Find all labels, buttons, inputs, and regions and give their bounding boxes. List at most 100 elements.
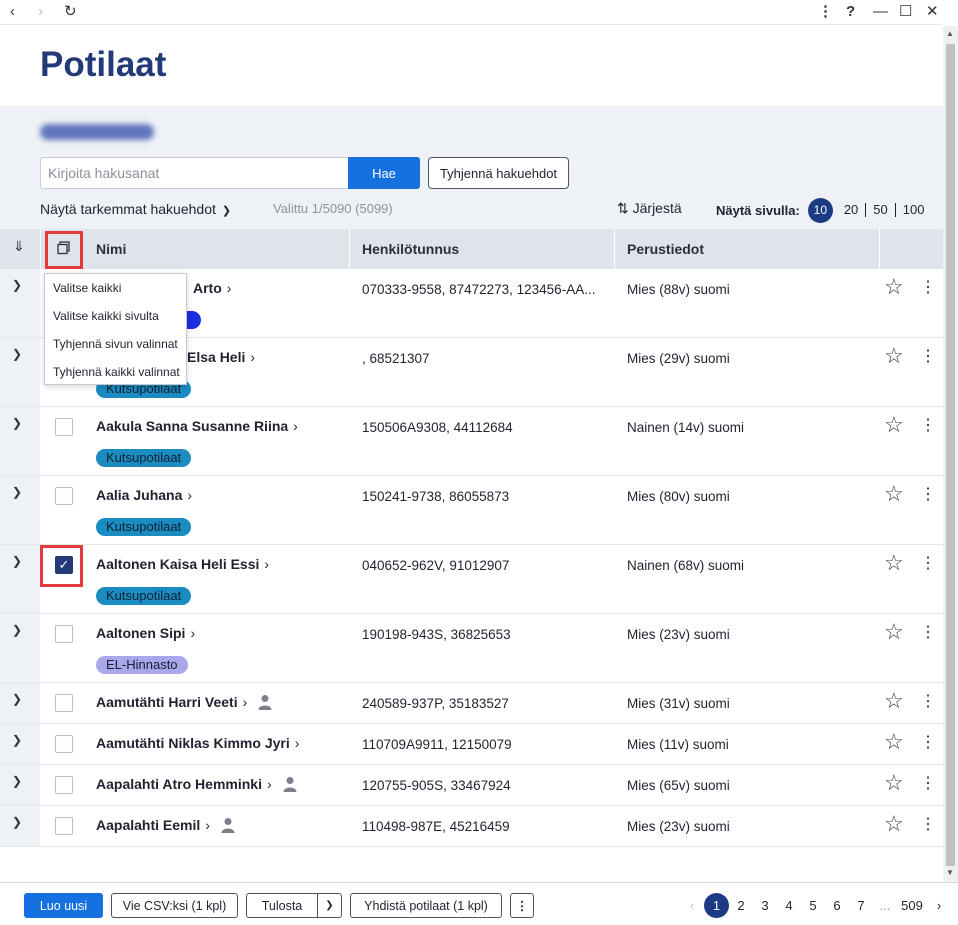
row-checkbox[interactable] bbox=[55, 817, 73, 835]
table-row[interactable]: ❯ Aalia Juhana › Kutsupotilaat 150241-9738, … bbox=[0, 476, 943, 545]
column-header-info[interactable]: Perustiedot bbox=[615, 229, 704, 269]
search-button[interactable]: Hae bbox=[348, 157, 420, 189]
page-button-5[interactable]: 5 bbox=[801, 898, 825, 913]
scroll-down-icon[interactable]: ▼ bbox=[946, 868, 954, 877]
print-options-button[interactable]: ❯ bbox=[317, 893, 342, 918]
table-row[interactable]: ❯ Aamutähti Niklas Kimmo Jyri › 110709A9911… bbox=[0, 724, 943, 765]
kebab-icon[interactable]: ⋮ bbox=[920, 775, 936, 793]
maximize-icon[interactable]: ☐ bbox=[899, 2, 912, 22]
patient-name-link[interactable]: Aaltonen Kaisa Heli Essi › bbox=[96, 556, 269, 572]
page-button-7[interactable]: 7 bbox=[849, 898, 873, 913]
patient-name-link[interactable]: Aalia Juhana › bbox=[96, 487, 192, 503]
star-icon[interactable]: ☆ bbox=[884, 689, 904, 713]
row-checkbox[interactable] bbox=[55, 735, 73, 753]
row-checkbox[interactable] bbox=[55, 418, 73, 436]
expand-row-icon[interactable]: ❯ bbox=[12, 278, 22, 292]
patient-name-link[interactable]: Aapalahti Eemil › bbox=[96, 817, 236, 836]
chevron-left-icon[interactable]: ‹ bbox=[10, 2, 15, 22]
export-csv-button[interactable]: Vie CSV:ksi (1 kpl) bbox=[111, 893, 238, 918]
kebab-icon[interactable]: ⋮ bbox=[920, 624, 936, 642]
help-icon[interactable]: ? bbox=[846, 2, 855, 22]
clear-search-button[interactable]: Tyhjennä hakuehdot bbox=[428, 157, 569, 189]
kebab-icon[interactable]: ⋮ bbox=[818, 2, 833, 22]
star-icon[interactable]: ☆ bbox=[884, 730, 904, 754]
table-row[interactable]: ❯ ✓ Aaltonen Kaisa Heli Essi › Kutsupotilaat… bbox=[0, 545, 943, 614]
patient-name-link[interactable]: Aapalahti Atro Hemminki › bbox=[96, 776, 298, 795]
patient-name-link[interactable]: Arto › bbox=[193, 280, 231, 296]
vertical-scrollbar[interactable]: ▲ ▼ bbox=[943, 26, 958, 882]
more-actions-button[interactable]: ⋮ bbox=[510, 893, 534, 918]
star-icon[interactable]: ☆ bbox=[884, 812, 904, 836]
star-icon[interactable]: ☆ bbox=[884, 551, 904, 575]
row-checkbox[interactable] bbox=[55, 487, 73, 505]
table-row[interactable]: ❯ Aamutähti Harri Veeti › 240589-937P, 3518… bbox=[0, 683, 943, 724]
patient-name-link[interactable]: Aakula Sanna Susanne Riina › bbox=[96, 418, 298, 434]
kebab-icon[interactable]: ⋮ bbox=[920, 417, 936, 435]
kebab-icon[interactable]: ⋮ bbox=[920, 734, 936, 752]
chevron-right-icon[interactable]: › bbox=[38, 2, 43, 22]
table-row[interactable]: ❯ Aaltonen Sipi › EL-Hinnasto 190198-943S, 3… bbox=[0, 614, 943, 683]
print-button[interactable]: Tulosta bbox=[246, 893, 318, 918]
expand-row-icon[interactable]: ❯ bbox=[12, 623, 22, 637]
kebab-icon[interactable]: ⋮ bbox=[920, 486, 936, 504]
expand-row-icon[interactable]: ❯ bbox=[12, 733, 22, 747]
table-row[interactable]: ❯ Aakula Sanna Susanne Riina › Kutsupotilaa… bbox=[0, 407, 943, 476]
page-size-option-100[interactable]: 100 bbox=[894, 203, 932, 217]
table-row[interactable]: ❯ Aapalahti Eemil › 110498-987E, 45216459 Mi… bbox=[0, 806, 943, 847]
page-button-last[interactable]: 509 bbox=[897, 898, 927, 913]
patient-name-link[interactable]: Aamutähti Niklas Kimmo Jyri › bbox=[96, 735, 299, 751]
create-new-button[interactable]: Luo uusi bbox=[24, 893, 103, 918]
page-button-2[interactable]: 2 bbox=[729, 898, 753, 913]
expand-row-icon[interactable]: ❯ bbox=[12, 774, 22, 788]
expand-row-icon[interactable]: ❯ bbox=[12, 485, 22, 499]
expand-row-icon[interactable]: ❯ bbox=[12, 347, 22, 361]
expand-row-icon[interactable]: ❯ bbox=[12, 416, 22, 430]
star-icon[interactable]: ☆ bbox=[884, 413, 904, 437]
star-icon[interactable]: ☆ bbox=[884, 344, 904, 368]
star-icon[interactable]: ☆ bbox=[884, 275, 904, 299]
pagination-prev-icon[interactable]: ‹ bbox=[680, 898, 704, 913]
menu-item-select-page[interactable]: Valitse kaikki sivulta bbox=[45, 302, 186, 330]
patient-name-link[interactable]: Aaltonen Sipi › bbox=[96, 625, 195, 641]
sort-button[interactable]: ⇅ Järjestä bbox=[617, 200, 682, 217]
expand-row-icon[interactable]: ❯ bbox=[12, 815, 22, 829]
page-size-option-10[interactable]: 10 bbox=[807, 197, 833, 223]
expand-all-icon[interactable]: ⇓ bbox=[13, 238, 25, 255]
page-size-option-50[interactable]: 50 bbox=[865, 203, 894, 217]
scrollbar-thumb[interactable] bbox=[946, 44, 955, 866]
row-checkbox[interactable] bbox=[55, 776, 73, 794]
menu-item-clear-page[interactable]: Tyhjennä sivun valinnat bbox=[45, 330, 186, 358]
pagination-next-icon[interactable]: › bbox=[927, 898, 951, 913]
star-icon[interactable]: ☆ bbox=[884, 620, 904, 644]
minimize-icon[interactable]: — bbox=[873, 2, 888, 22]
menu-item-select-all[interactable]: Valitse kaikki bbox=[45, 274, 186, 302]
kebab-icon[interactable]: ⋮ bbox=[920, 555, 936, 573]
row-checkbox[interactable] bbox=[55, 625, 73, 643]
kebab-icon[interactable]: ⋮ bbox=[920, 348, 936, 366]
expand-row-icon[interactable]: ❯ bbox=[12, 554, 22, 568]
search-input[interactable] bbox=[40, 157, 349, 189]
star-icon[interactable]: ☆ bbox=[884, 771, 904, 795]
page-button-4[interactable]: 4 bbox=[777, 898, 801, 913]
advanced-search-toggle[interactable]: Näytä tarkemmat hakuehdot ❯ bbox=[40, 201, 231, 217]
page-button-6[interactable]: 6 bbox=[825, 898, 849, 913]
expand-row-icon[interactable]: ❯ bbox=[12, 692, 22, 706]
column-header-hetu[interactable]: Henkilötunnus bbox=[350, 229, 459, 269]
star-icon[interactable]: ☆ bbox=[884, 482, 904, 506]
close-icon[interactable]: ✕ bbox=[926, 2, 939, 22]
merge-patients-button[interactable]: Yhdistä potilaat (1 kpl) bbox=[350, 893, 502, 918]
patient-name-link[interactable]: Aamutähti Harri Veeti › bbox=[96, 694, 273, 713]
kebab-icon[interactable]: ⋮ bbox=[920, 693, 936, 711]
page-size-option-20[interactable]: 20 bbox=[837, 203, 865, 217]
kebab-icon[interactable]: ⋮ bbox=[920, 816, 936, 834]
column-header-name[interactable]: Nimi bbox=[84, 229, 126, 269]
page-button-3[interactable]: 3 bbox=[753, 898, 777, 913]
kebab-icon[interactable]: ⋮ bbox=[920, 279, 936, 297]
patient-name-link[interactable]: Elsa Heli › bbox=[187, 349, 255, 365]
reload-icon[interactable]: ↻ bbox=[64, 2, 77, 22]
menu-item-clear-all[interactable]: Tyhjennä kaikki valinnat bbox=[45, 358, 186, 386]
table-row[interactable]: ❯ Aapalahti Atro Hemminki › 120755-905S, 33… bbox=[0, 765, 943, 806]
page-button-1[interactable]: 1 bbox=[704, 893, 729, 918]
scroll-up-icon[interactable]: ▲ bbox=[946, 29, 954, 38]
row-checkbox[interactable] bbox=[55, 694, 73, 712]
